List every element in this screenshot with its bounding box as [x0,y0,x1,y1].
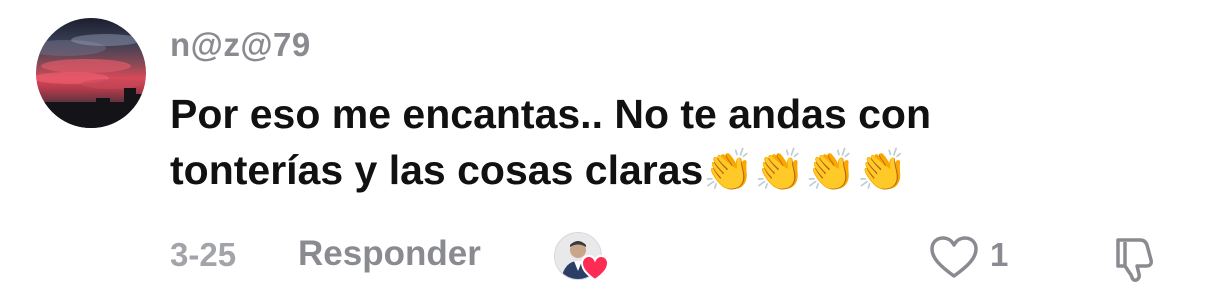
comment-item: n@z@79 Por eso me encantas.. No te andas… [0,0,1206,296]
comment-text-line-1: Por eso me encantas.. No te andas con [170,91,932,137]
comment-text-line-2: tonterías y las cosas claras [170,147,704,193]
like-count: 1 [990,236,1009,273]
creator-liked-badge [554,232,612,282]
heart-outline-icon[interactable] [928,234,980,280]
clapping-hands-icon: 👏👏👏👏 [703,146,908,194]
comment-date: 3-25 [170,236,237,273]
reply-button[interactable]: Responder [298,234,481,274]
user-avatar[interactable] [36,18,146,128]
creator-liked-heart-icon [580,254,610,282]
thumbs-down-icon[interactable] [1110,234,1160,284]
comment-body: Por eso me encantas.. No te andas con to… [170,86,1050,198]
like-group: 1 [928,232,1038,282]
comment-username[interactable]: n@z@79 [170,26,311,64]
